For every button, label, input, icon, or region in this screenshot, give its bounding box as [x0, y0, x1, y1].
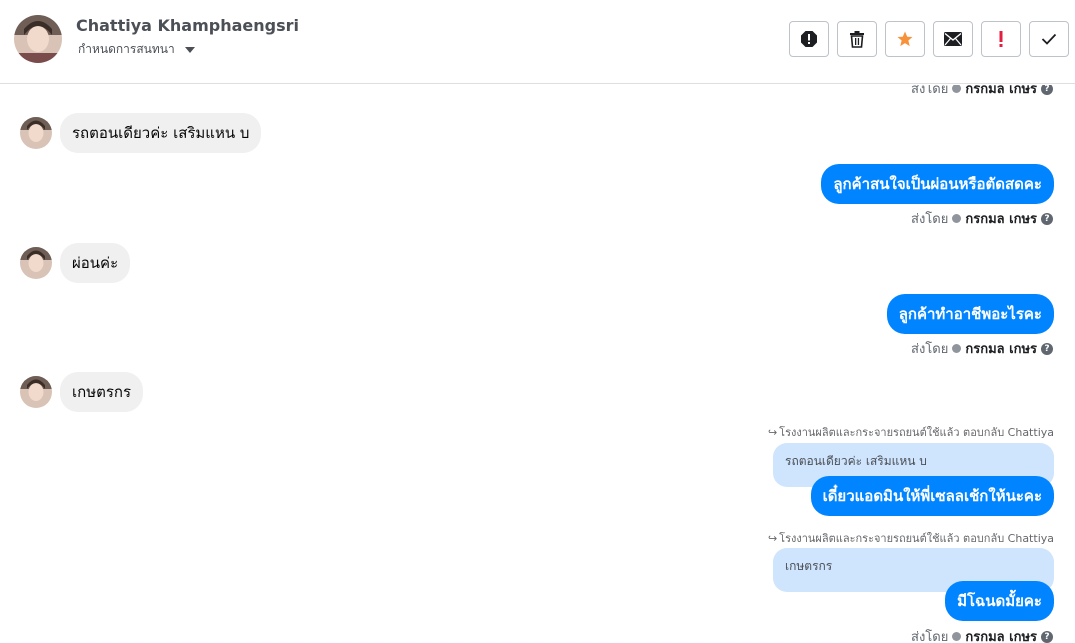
outgoing-message-bubble[interactable]: เดี๋ยวแอดมินให้พี่เซลลเช้กให้นะคะ [810, 476, 1054, 516]
contact-name[interactable]: Chattiya Khamphaengsri [76, 16, 299, 35]
incoming-message-bubble[interactable]: รถตอนเดียวค่ะ เสริมแหน บ [60, 113, 262, 153]
reply-note-text: โรงงานผลิตและกระจายรถยนต์ใช้แล้ว ตอบกลับ… [779, 426, 1054, 439]
sent-by-agent[interactable]: กรกมล เกษร [965, 338, 1037, 359]
sent-by-agent[interactable]: กรกมล เกษร [965, 626, 1037, 643]
reply-arrow-icon: ↪ [767, 425, 778, 439]
reply-arrow-icon: ↪ [767, 531, 778, 545]
star-icon [897, 31, 913, 47]
sent-by-line: ส่งโดย กรกมล เกษร ? [911, 208, 1053, 229]
conversation-header: Chattiya Khamphaengsri กำหนดการสนทนา [0, 0, 1075, 84]
sent-by-line: ส่งโดย กรกมล เกษร ? [911, 338, 1053, 359]
sent-by-prefix: ส่งโดย [911, 85, 949, 97]
agent-avatar-icon [952, 632, 962, 641]
agent-avatar-icon [952, 214, 962, 223]
follow-up-button[interactable] [981, 21, 1021, 57]
octagon-exclamation-icon [801, 31, 817, 47]
reply-note: ↪ โรงงานผลิตและกระจายรถยนต์ใช้แล้ว ตอบกล… [768, 529, 1054, 547]
sent-by-prefix: ส่งโดย [911, 630, 949, 643]
sent-by-prefix: ส่งโดย [911, 342, 949, 357]
report-spam-button[interactable] [789, 21, 829, 57]
help-icon[interactable]: ? [1041, 342, 1053, 355]
check-icon [1041, 33, 1057, 45]
exclamation-icon [999, 31, 1003, 47]
incoming-message-bubble[interactable]: เกษตรกร [60, 372, 144, 412]
sent-by-line: ส่งโดย กรกมล เกษร ? [911, 85, 1053, 99]
help-icon[interactable]: ? [1041, 630, 1053, 643]
caret-down-icon [184, 46, 195, 53]
conversation-settings-label: กำหนดการสนทนา [78, 42, 175, 56]
agent-avatar-icon [952, 344, 962, 353]
sent-by-line: ส่งโดย กรกมล เกษร ? [911, 626, 1053, 643]
mark-done-button[interactable] [1029, 21, 1069, 57]
help-icon[interactable]: ? [1041, 85, 1053, 95]
contact-avatar-small[interactable] [20, 247, 52, 279]
incoming-message-bubble[interactable]: ผ่อนค่ะ [60, 243, 131, 283]
incoming-message-row: ผ่อนค่ะ [20, 243, 131, 283]
trash-icon [850, 31, 864, 48]
agent-avatar-icon [952, 85, 962, 93]
incoming-message-row: เกษตรกร [20, 372, 144, 412]
star-button[interactable] [885, 21, 925, 57]
sent-by-agent[interactable]: กรกมล เกษร [965, 85, 1037, 99]
reply-note-text: โรงงานผลิตและกระจายรถยนต์ใช้แล้ว ตอบกลับ… [779, 532, 1054, 545]
conversation-toolbar [789, 21, 1069, 57]
sent-by-agent[interactable]: กรกมล เกษร [965, 208, 1037, 229]
help-icon[interactable]: ? [1041, 212, 1053, 225]
envelope-icon [944, 32, 962, 46]
mark-unread-button[interactable] [933, 21, 973, 57]
outgoing-message-bubble[interactable]: ลูกค้าทำอาชีพอะไรคะ [886, 294, 1054, 334]
reply-note: ↪ โรงงานผลิตและกระจายรถยนต์ใช้แล้ว ตอบกล… [768, 423, 1054, 441]
incoming-message-row: รถตอนเดียวค่ะ เสริมแหน บ [20, 113, 262, 153]
sent-by-prefix: ส่งโดย [911, 212, 949, 227]
contact-avatar-small[interactable] [20, 117, 52, 149]
contact-avatar-small[interactable] [20, 376, 52, 408]
message-thread[interactable]: ส่งโดย กรกมล เกษร ? รถตอนเดียวค่ะ เสริมแ… [0, 85, 1075, 643]
outgoing-message-bubble[interactable]: มีโฉนดมั้ยคะ [945, 581, 1054, 621]
delete-button[interactable] [837, 21, 877, 57]
contact-avatar[interactable] [14, 15, 62, 63]
outgoing-message-bubble[interactable]: ลูกค้าสนใจเป็นผ่อนหรือตัดสดคะ [821, 164, 1054, 204]
conversation-settings-dropdown[interactable]: กำหนดการสนทนา [78, 40, 195, 59]
